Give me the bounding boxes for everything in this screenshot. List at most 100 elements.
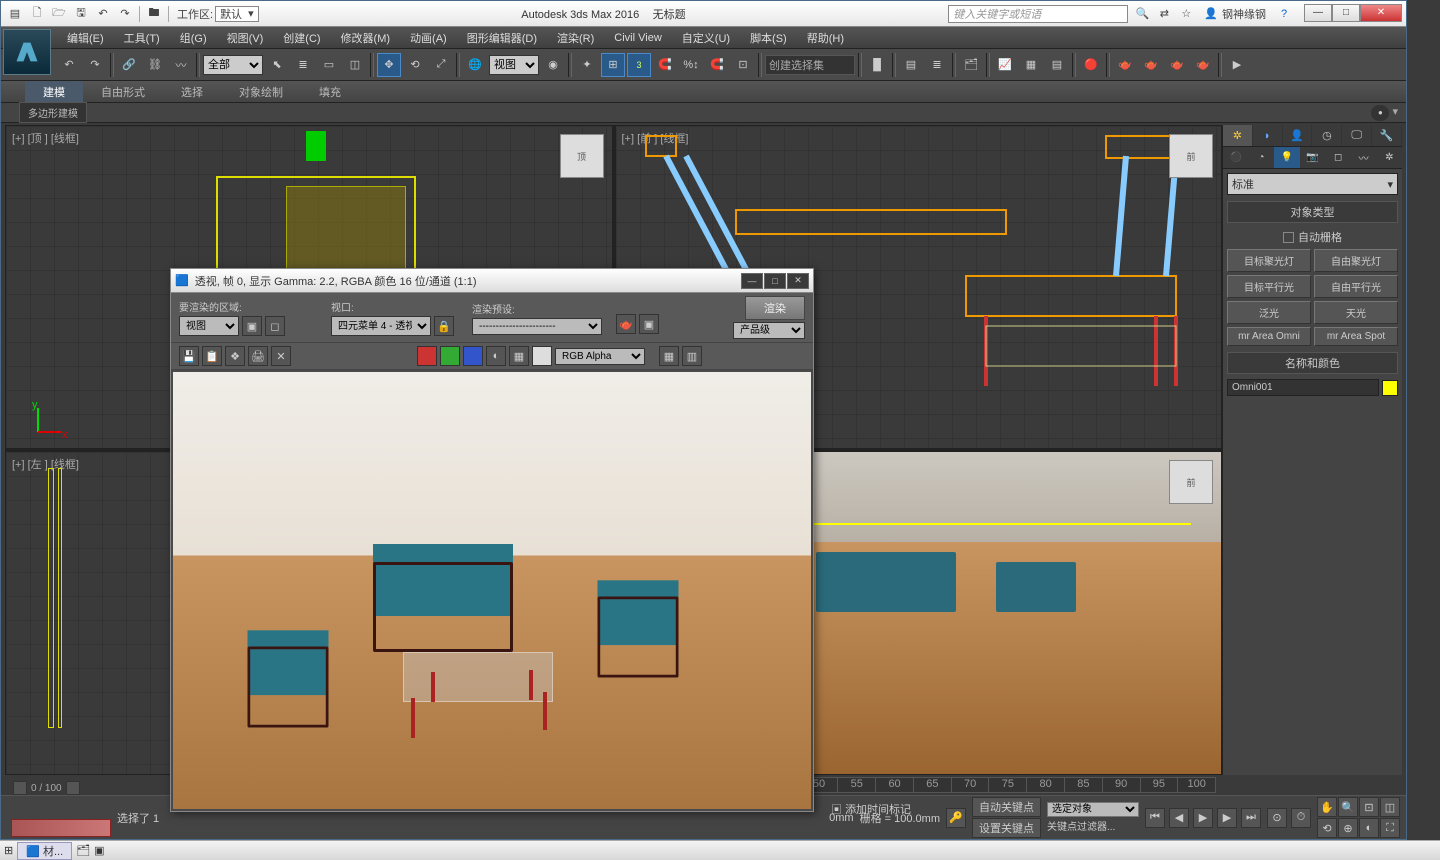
maximize-button[interactable]: □ — [1332, 4, 1360, 22]
help-icon[interactable]: ? — [1274, 5, 1294, 23]
ref-coord-combo[interactable]: 视图 — [489, 55, 539, 75]
render-setup-icon[interactable]: 🫖 — [616, 314, 636, 334]
angle-snap[interactable]: 3 — [627, 53, 651, 77]
menu-item[interactable]: 创建(C) — [273, 30, 330, 46]
project-icon[interactable]: 🖿 — [144, 5, 164, 23]
search-icon[interactable]: 🔍 — [1132, 5, 1152, 23]
render-min-button[interactable]: — — [741, 273, 763, 289]
modify-tab[interactable]: ◗ — [1253, 125, 1283, 146]
material-editor[interactable]: 🔴 — [1079, 53, 1103, 77]
select-name-button[interactable]: ≣ — [291, 53, 315, 77]
dolly-icon[interactable]: ⊕ — [1338, 818, 1358, 838]
zoom-extents-icon[interactable]: ⊡ — [1359, 797, 1379, 817]
menu-item[interactable]: 帮助(H) — [797, 30, 854, 46]
menu-item[interactable]: Civil View — [604, 32, 671, 44]
render-preset-combo[interactable]: ----------------------- — [472, 318, 602, 335]
dope-sheet[interactable]: ▦ — [1019, 53, 1043, 77]
mono-channel-icon[interactable]: ▦ — [509, 346, 529, 366]
setkey-button[interactable]: 设置关键点 — [972, 818, 1041, 838]
copy-image-icon[interactable]: 📋 — [202, 346, 222, 366]
object-type-rollout[interactable]: 对象类型 — [1227, 201, 1398, 223]
max-toggle-icon[interactable]: ⛶ — [1380, 818, 1400, 838]
key-icon[interactable]: 🔑 — [946, 808, 966, 828]
name-color-rollout[interactable]: 名称和颜色 — [1227, 352, 1398, 374]
render-max-button[interactable]: □ — [764, 273, 786, 289]
render-button[interactable]: 渲染 — [745, 296, 805, 320]
window-crossing-button[interactable]: ◫ — [343, 53, 367, 77]
toggle-overlay-icon[interactable]: ▦ — [659, 346, 679, 366]
light-type-button[interactable]: mr Area Spot — [1314, 327, 1398, 346]
geometry-cat[interactable]: ⚫ — [1223, 147, 1249, 168]
snap-toggle[interactable]: ⊞ — [601, 53, 625, 77]
undo-button[interactable]: ↶ — [57, 53, 81, 77]
curve-editor[interactable]: 📈 — [993, 53, 1017, 77]
lights-cat[interactable]: 💡 — [1274, 147, 1300, 168]
rotate-button[interactable]: ⟲ — [403, 53, 427, 77]
clear-image-icon[interactable]: ✕ — [271, 346, 291, 366]
menu-item[interactable]: 修改器(M) — [331, 30, 401, 46]
menu-item[interactable]: 自定义(U) — [672, 30, 740, 46]
redo-button[interactable]: ↷ — [83, 53, 107, 77]
menu-item[interactable]: 组(G) — [170, 30, 217, 46]
goto-end-icon[interactable]: ⏭ — [1241, 808, 1261, 828]
zoom-icon[interactable]: 🔍 — [1338, 797, 1358, 817]
bind-button[interactable]: 〰 — [169, 53, 193, 77]
ribbon-tab[interactable]: 建模 — [25, 81, 83, 103]
layers-button[interactable]: ≣ — [925, 53, 949, 77]
menu-item[interactable]: 动画(A) — [400, 30, 457, 46]
pan-icon[interactable]: ✋ — [1317, 797, 1337, 817]
close-button[interactable]: ✕ — [1360, 4, 1402, 22]
render-setup[interactable]: 🫖 — [1113, 53, 1137, 77]
light-type-button[interactable]: 目标聚光灯 — [1227, 249, 1311, 272]
autokey-button[interactable]: 自动关键点 — [972, 797, 1041, 817]
systems-cat[interactable]: ✲ — [1376, 147, 1402, 168]
object-color-swatch[interactable] — [1382, 380, 1398, 396]
viewcube-front[interactable]: 前 — [1169, 134, 1213, 178]
light-type-button[interactable]: 目标平行光 — [1227, 275, 1311, 298]
menu-item[interactable]: 编辑(E) — [57, 30, 114, 46]
percent-snap[interactable]: 🧲 — [653, 53, 677, 77]
env-icon[interactable]: ▣ — [639, 314, 659, 334]
alpha-channel-icon[interactable]: ◐ — [486, 346, 506, 366]
ribbon-tab[interactable]: 选择 — [163, 81, 221, 103]
render-production[interactable]: 🫖 — [1165, 53, 1189, 77]
snap-options[interactable]: ⊡ — [731, 53, 755, 77]
new-icon[interactable]: 🗋 — [27, 5, 47, 23]
clone-image-icon[interactable]: ❖ — [225, 346, 245, 366]
start-icon[interactable]: ⊞ — [4, 844, 13, 857]
region-edit-icon[interactable]: ▣ — [242, 316, 262, 336]
open-icon[interactable]: 🗁 — [49, 5, 69, 23]
swatch-icon[interactable] — [532, 346, 552, 366]
render-titlebar[interactable]: 🟦 透视, 帧 0, 显示 Gamma: 2.2, RGBA 颜色 16 位/通… — [171, 269, 813, 293]
helpers-cat[interactable]: ◻ — [1325, 147, 1351, 168]
next-key-icon[interactable]: ▶ — [1217, 808, 1237, 828]
menu-icon[interactable]: ▤ — [5, 5, 25, 23]
select-button[interactable]: ⬉ — [265, 53, 289, 77]
time-config-icon[interactable]: ⏱ — [1291, 808, 1311, 828]
isolate-icon[interactable]: ⊙ — [1267, 808, 1287, 828]
ribbon-tab[interactable]: 对象绘制 — [221, 81, 301, 103]
menu-item[interactable]: 视图(V) — [217, 30, 274, 46]
object-name-input[interactable] — [1227, 379, 1379, 396]
render-region-combo[interactable]: 视图 — [179, 316, 239, 336]
menu-item[interactable]: 图形编辑器(D) — [457, 30, 547, 46]
render-iterative[interactable]: 🫖 — [1191, 53, 1215, 77]
scale-button[interactable]: ⤢ — [429, 53, 453, 77]
menu-item[interactable]: 渲染(R) — [547, 30, 604, 46]
track-bar[interactable] — [11, 819, 111, 837]
spacewarps-cat[interactable]: 〰 — [1351, 147, 1377, 168]
key-target-combo[interactable]: 选定对象 — [1047, 802, 1139, 817]
link-button[interactable]: 🔗 — [117, 53, 141, 77]
spinner-snap[interactable]: %↕ — [679, 53, 703, 77]
menu-item[interactable]: 工具(T) — [114, 30, 170, 46]
viewcube-persp[interactable]: 前 — [1169, 460, 1213, 504]
ribbon-tab[interactable]: 自由形式 — [83, 81, 163, 103]
search-input[interactable]: 键入关键字或短语 — [948, 5, 1128, 23]
user-menu[interactable]: 👤 钢神缘钢 — [1204, 6, 1266, 22]
minimize-button[interactable]: — — [1304, 4, 1332, 22]
red-channel-icon[interactable] — [417, 346, 437, 366]
edged-button[interactable]: 🧲 — [705, 53, 729, 77]
align-button[interactable]: ▤ — [899, 53, 923, 77]
light-type-button[interactable]: 自由平行光 — [1314, 275, 1398, 298]
unlink-button[interactable]: ⛓ — [143, 53, 167, 77]
